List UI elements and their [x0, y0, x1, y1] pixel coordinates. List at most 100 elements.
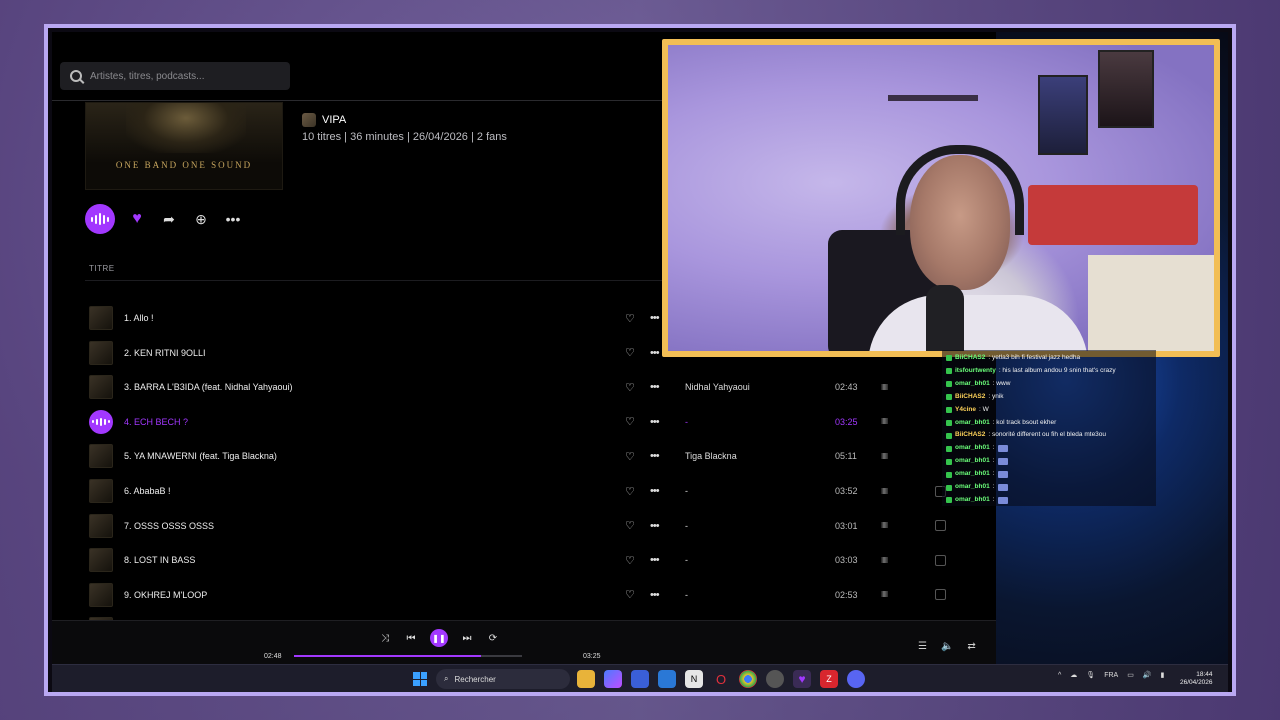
heart-icon[interactable]: ♡	[625, 485, 635, 498]
taskbar-apps: N O ♥ Z	[577, 670, 865, 688]
heart-icon[interactable]: ♥	[127, 209, 147, 229]
track-row[interactable]: 7. OSSS OSSS OSSS ♡ ••• - 03:01 IIIII	[85, 509, 985, 543]
taskbar-search[interactable]: ⌕ Rechercher	[436, 669, 570, 689]
streamer-shirt	[868, 295, 1088, 351]
track-thumbnail	[89, 479, 113, 503]
track-artist[interactable]: -	[685, 555, 688, 565]
track-title[interactable]: 6. AbabaB !	[124, 486, 171, 496]
artist-name[interactable]: VIPA	[322, 114, 346, 126]
search-bar[interactable]	[60, 62, 290, 90]
more-icon[interactable]: •••	[650, 520, 660, 532]
column-header-title[interactable]: TITRE	[89, 264, 115, 273]
more-icon[interactable]: •••	[650, 347, 660, 359]
chevron-up-icon[interactable]: ^	[1058, 672, 1061, 679]
track-artist[interactable]: -	[685, 590, 688, 600]
track-title[interactable]: 4. ECH BECH ?	[124, 417, 188, 427]
track-artist[interactable]: -	[685, 486, 688, 496]
album-cover[interactable]: ONE BAND ONE SOUND	[85, 102, 283, 190]
track-title[interactable]: 8. LOST IN BASS	[124, 555, 195, 565]
more-icon[interactable]: •••	[650, 312, 660, 324]
heart-icon[interactable]: ♡	[625, 588, 635, 601]
track-title[interactable]: 5. YA MNAWERNI (feat. Tiga Blackna)	[124, 451, 277, 461]
track-artist[interactable]: Tiga Blackna	[685, 451, 737, 461]
red-app-icon[interactable]: Z	[820, 670, 838, 688]
language-indicator[interactable]: FRA	[1104, 672, 1118, 679]
progress-bar[interactable]	[294, 655, 522, 657]
track-artist[interactable]: -	[685, 417, 688, 427]
track-title[interactable]: 2. KEN RITNI 9OLLI	[124, 348, 206, 358]
more-icon[interactable]: •••	[650, 450, 660, 462]
copilot-icon[interactable]	[604, 670, 622, 688]
system-tray: ^ ☁ 🎙 FRA ▭ 🔊 ▮	[1058, 671, 1165, 680]
heart-icon[interactable]: ♡	[625, 381, 635, 394]
track-row[interactable]: 5. YA MNAWERNI (feat. Tiga Blackna) ♡ ••• T…	[85, 439, 985, 473]
network-icon[interactable]: ▭	[1127, 671, 1134, 679]
file-explorer-icon[interactable]	[577, 670, 595, 688]
track-title[interactable]: 1. Allo !	[124, 313, 154, 323]
outlook-icon[interactable]	[658, 670, 676, 688]
store-icon[interactable]	[631, 670, 649, 688]
chat-badge-icon	[946, 471, 952, 478]
more-icon[interactable]: •••	[650, 589, 660, 601]
notion-icon[interactable]: N	[685, 670, 703, 688]
heart-icon[interactable]: ♡	[625, 554, 635, 567]
more-icon[interactable]: •••	[650, 416, 660, 428]
pause-button[interactable]: ❚❚	[430, 629, 448, 647]
track-row[interactable]: 4. ECH BECH ? ♡ ••• - 03:25 IIIII	[85, 405, 985, 439]
next-icon[interactable]: ⏭	[460, 631, 474, 645]
taskbar-clock[interactable]: 18:44 26/04/2026	[1180, 671, 1213, 687]
deezer-icon[interactable]: ♥	[793, 670, 811, 688]
heart-icon[interactable]: ♡	[625, 312, 635, 325]
track-artist[interactable]: Nidhal Yahyaoui	[685, 382, 750, 392]
track-row[interactable]: 6. AbabaB ! ♡ ••• - 03:52 IIIII	[85, 474, 985, 508]
heart-icon[interactable]: ♡	[625, 415, 635, 428]
more-icon[interactable]: •••	[650, 554, 660, 566]
audio-wave-button[interactable]	[85, 204, 115, 234]
more-icon[interactable]: •••	[650, 381, 660, 393]
more-icon[interactable]: •••	[223, 209, 243, 229]
progress-fill	[294, 655, 481, 657]
search-input[interactable]	[90, 70, 280, 82]
track-checkbox[interactable]	[935, 589, 946, 601]
volume-icon[interactable]: 🔊	[1143, 671, 1152, 679]
track-row[interactable]: 9. OKHREJ M'LOOP ♡ ••• - 02:53 IIIII	[85, 578, 985, 612]
windows-start-icon[interactable]	[413, 672, 427, 686]
mic-icon[interactable]: 🎙	[1086, 671, 1095, 679]
shuffle-icon[interactable]: ⤨	[378, 631, 392, 645]
discord-icon[interactable]	[847, 670, 865, 688]
record-player	[1028, 185, 1198, 245]
previous-icon[interactable]: ⏮	[404, 631, 418, 645]
repeat-icon[interactable]: ⟳	[486, 631, 500, 645]
heart-icon[interactable]: ♡	[625, 519, 635, 532]
album-artist[interactable]: VIPA	[302, 113, 346, 127]
download-icon[interactable]: ⊕	[191, 209, 211, 229]
chat-username: omar_bh01	[955, 457, 990, 465]
track-title[interactable]: 9. OKHREJ M'LOOP	[124, 590, 207, 600]
battery-icon[interactable]: ▮	[1161, 671, 1165, 679]
queue-icon[interactable]: ☰	[918, 641, 927, 652]
chrome-icon[interactable]	[739, 670, 757, 688]
heart-icon[interactable]: ♡	[625, 450, 635, 463]
volume-icon[interactable]: 🔈	[941, 641, 953, 652]
audio-wave-icon[interactable]	[89, 409, 113, 434]
chat-badge-icon	[946, 381, 952, 388]
track-title[interactable]: 7. OSSS OSSS OSSS	[124, 521, 214, 531]
track-title[interactable]: 3. BARRA L'B3IDA (feat. Nidhal Yahyaoui)	[124, 382, 292, 392]
equalizer-icon[interactable]: ⇄	[967, 641, 975, 652]
track-thumbnail	[89, 444, 113, 469]
opera-icon[interactable]: O	[712, 670, 730, 688]
track-row[interactable]: 3. BARRA L'B3IDA (feat. Nidhal Yahyaoui)…	[85, 370, 985, 404]
more-icon[interactable]: •••	[650, 485, 660, 497]
track-checkbox[interactable]	[935, 554, 946, 566]
heart-icon[interactable]: ♡	[625, 346, 635, 359]
share-icon[interactable]: ➦	[159, 209, 179, 229]
chat-message: omar_bh01: kol track bsout ekher	[946, 417, 1150, 430]
track-row[interactable]: 8. LOST IN BASS ♡ ••• - 03:03 IIIII	[85, 543, 985, 577]
track-artist[interactable]: -	[685, 521, 688, 531]
track-checkbox[interactable]	[935, 520, 946, 532]
track-duration: 03:25	[835, 416, 858, 427]
emote-icon	[997, 484, 1008, 492]
chat-username: omar_bh01	[955, 379, 990, 387]
steam-icon[interactable]	[766, 670, 784, 688]
onedrive-icon[interactable]: ☁	[1070, 671, 1077, 679]
